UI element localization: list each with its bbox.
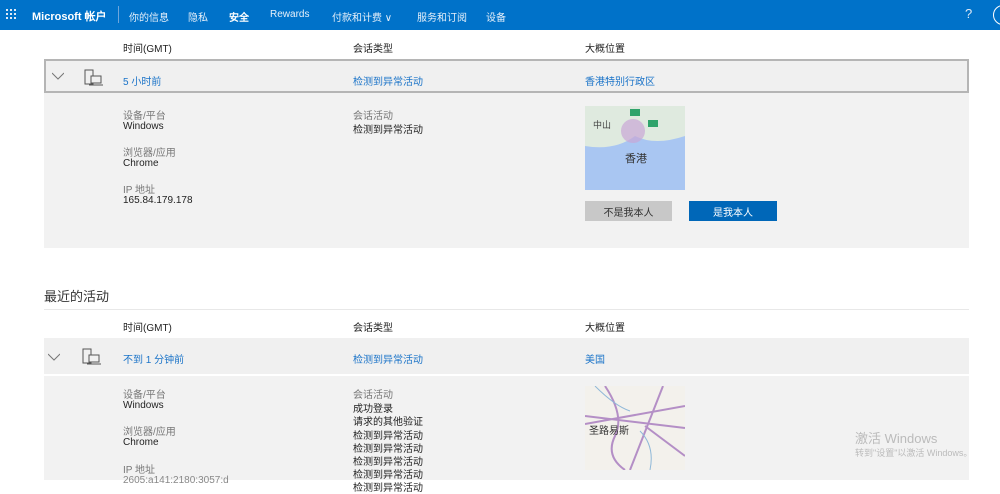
- nav-rewards[interactable]: Rewards: [270, 9, 309, 20]
- avatar[interactable]: [993, 5, 1000, 25]
- session-time: 不到 1 分钟前: [123, 355, 185, 366]
- ip-label: IP 地址: [123, 185, 156, 196]
- divider: [44, 309, 969, 310]
- nav-privacy[interactable]: 隐私: [188, 9, 208, 24]
- nav-security[interactable]: 安全: [229, 9, 249, 24]
- ip-value: 165.84.179.178: [123, 195, 193, 206]
- ip-label: IP 地址: [123, 465, 156, 476]
- browser-label: 浏览器/应用: [123, 427, 176, 438]
- device-value: Windows: [123, 121, 164, 132]
- device-value: Windows: [123, 400, 164, 411]
- map-label: 圣路易斯: [589, 426, 629, 437]
- activity-item: 检测到异常活动: [353, 483, 423, 494]
- nav-devices[interactable]: 设备: [486, 9, 506, 24]
- browser-value: Chrome: [123, 437, 159, 448]
- map-label: 中山: [593, 120, 612, 130]
- chevron-down-icon[interactable]: [52, 70, 64, 82]
- not-me-button[interactable]: 不是我本人: [585, 201, 672, 221]
- session-row[interactable]: 不到 1 分钟前 检测到异常活动 美国: [44, 338, 969, 374]
- session-row[interactable]: 5 小时前 检测到异常活动 香港特别行政区: [44, 59, 969, 93]
- brand-logo[interactable]: Microsoft 帐户: [32, 8, 107, 24]
- activity-item: 检测到异常活动: [353, 125, 423, 136]
- session-details: 设备/平台 Windows 浏览器/应用 Chrome IP 地址 165.84…: [44, 93, 969, 248]
- help-icon[interactable]: ?: [965, 6, 972, 21]
- activity-label: 会话活动: [353, 111, 393, 122]
- column-location: 大概位置: [585, 44, 625, 55]
- nav-payment-billing[interactable]: 付款和计费 ∨: [332, 9, 392, 24]
- column-time: 时间(GMT): [123, 44, 172, 55]
- location-map: 中山 香港: [585, 106, 685, 190]
- top-nav: Microsoft 帐户 你的信息 隐私 安全 Rewards 付款和计费 ∨ …: [0, 0, 1000, 30]
- location-map: 圣路易斯: [585, 386, 685, 470]
- session-type: 检测到异常活动: [353, 355, 423, 366]
- is-me-button[interactable]: 是我本人: [689, 201, 777, 221]
- activate-windows-hint: 转到"设置"以激活 Windows。: [855, 448, 973, 458]
- devices-icon: [82, 348, 101, 365]
- session-location: 香港特别行政区: [585, 77, 655, 88]
- devices-icon: [84, 69, 103, 86]
- chevron-down-icon[interactable]: [48, 351, 60, 363]
- recent-activity-title: 最近的活动: [44, 289, 110, 304]
- activity-item: 请求的其他验证: [353, 417, 423, 428]
- session-details: 设备/平台 Windows 浏览器/应用 Chrome IP 地址 2605:a…: [44, 376, 969, 494]
- nav-your-info[interactable]: 你的信息: [129, 9, 169, 24]
- column-time: 时间(GMT): [123, 323, 172, 334]
- device-label: 设备/平台: [123, 111, 166, 122]
- nav-services-subscriptions[interactable]: 服务和订阅: [417, 9, 467, 24]
- browser-label: 浏览器/应用: [123, 148, 176, 159]
- map-label: 香港: [625, 153, 647, 165]
- browser-value: Chrome: [123, 158, 159, 169]
- nav-divider: [118, 6, 119, 23]
- ip-value: 2605:a141:2180:3057:d: [123, 475, 229, 486]
- session-location: 美国: [585, 355, 605, 366]
- column-session-type: 会话类型: [353, 44, 393, 55]
- activate-windows-watermark: 激活 Windows: [855, 431, 938, 446]
- column-session-type: 会话类型: [353, 323, 393, 334]
- device-label: 设备/平台: [123, 390, 166, 401]
- session-time: 5 小时前: [123, 77, 162, 88]
- activity-label: 会话活动: [353, 390, 393, 401]
- column-location: 大概位置: [585, 323, 625, 334]
- app-launcher-icon[interactable]: [6, 9, 17, 20]
- session-type: 检测到异常活动: [353, 77, 423, 88]
